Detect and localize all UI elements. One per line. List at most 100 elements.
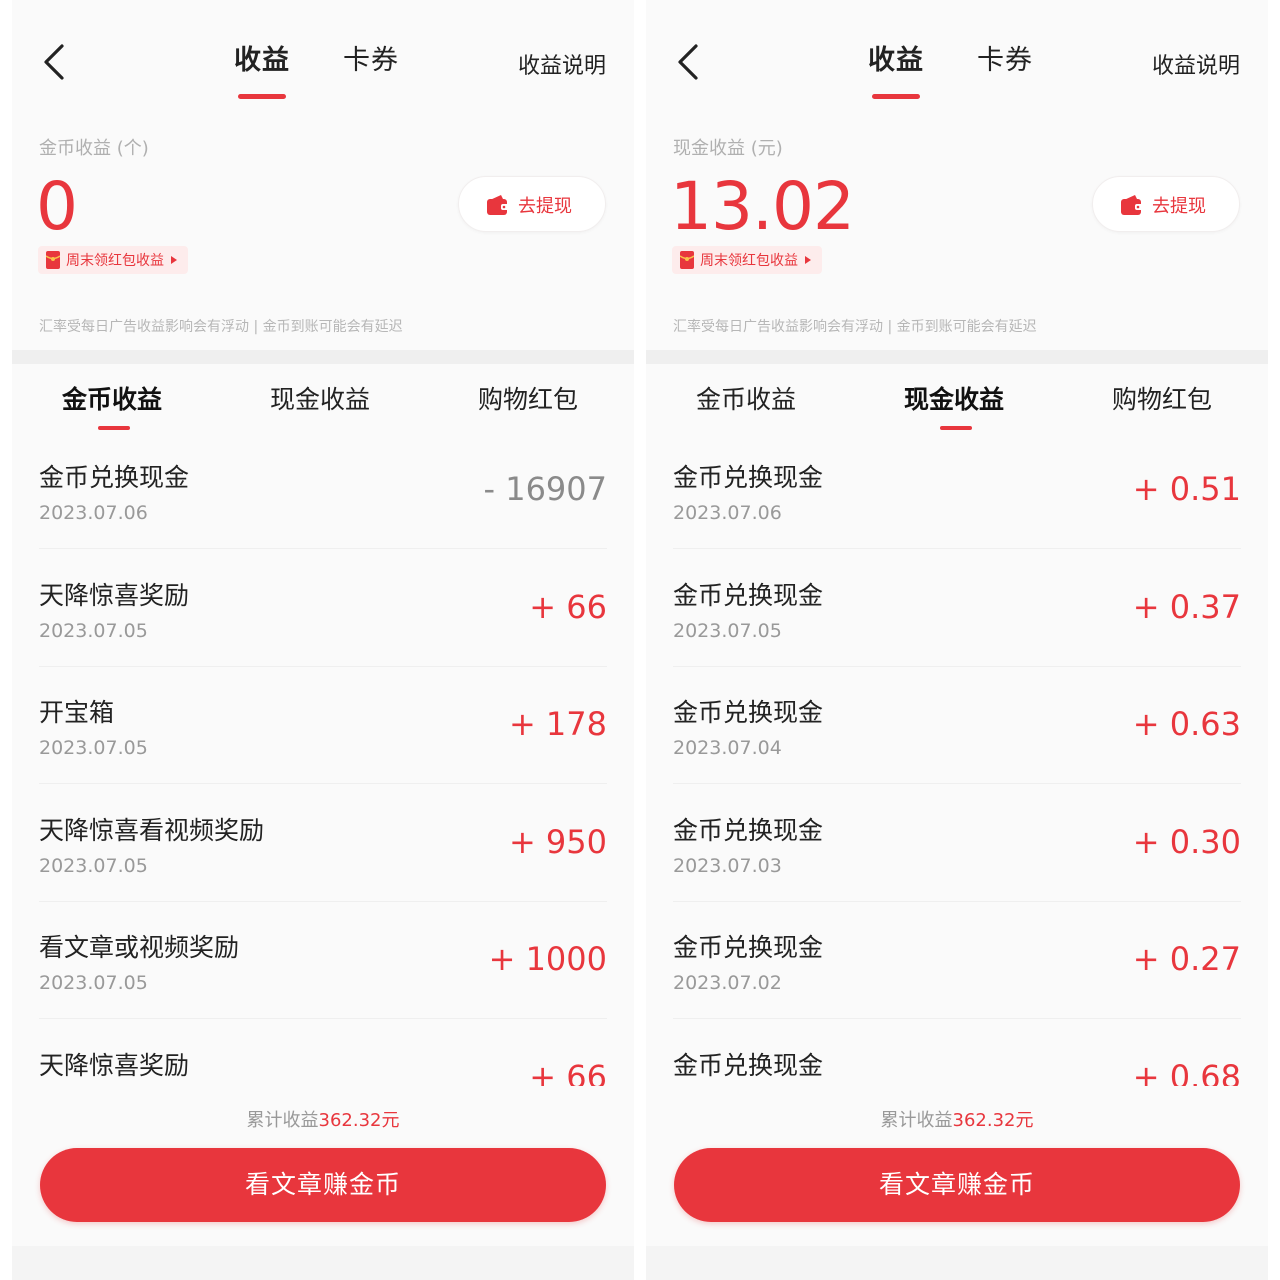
earnings-record-row[interactable]: 金币兑换现金 2023.07.04 + 0.63 xyxy=(673,667,1241,784)
earnings-record-row[interactable]: 看文章或视频奖励 2023.07.05 + 1000 xyxy=(39,902,607,1019)
record-title: 天降惊喜看视频奖励 xyxy=(39,815,265,845)
earnings-record-row[interactable]: 金币兑换现金 2023.07.06 + 0.51 xyxy=(673,432,1241,549)
record-amount: + 66 xyxy=(529,587,607,626)
wallet-icon xyxy=(487,195,509,215)
earnings-help-link[interactable]: 收益说明 xyxy=(518,48,606,80)
section-divider xyxy=(12,350,634,364)
active-tab-indicator xyxy=(238,94,286,99)
earnings-record-row[interactable]: 天降惊喜奖励 + 66 xyxy=(39,1020,607,1087)
earnings-category-tabs: 金币收益 现金收益 购物红包 xyxy=(646,364,1268,432)
withdraw-button[interactable]: 去提现 xyxy=(1092,176,1240,232)
earnings-category-tabs: 金币收益 现金收益 购物红包 xyxy=(12,364,634,432)
weekend-redpacket-label: 周末领红包收益 xyxy=(700,253,798,269)
tab-coupons[interactable]: 卡券 xyxy=(977,38,1033,77)
earnings-record-row[interactable]: 金币兑换现金 2023.07.05 + 0.37 xyxy=(673,550,1241,667)
earnings-record-row[interactable]: 金币兑换现金 2023.07.02 + 0.27 xyxy=(673,902,1241,1019)
record-amount: + 66 xyxy=(529,1057,607,1087)
record-date: 2023.07.05 xyxy=(39,737,148,759)
triangle-right-icon xyxy=(805,256,811,264)
active-tab-indicator xyxy=(872,94,920,99)
record-title: 金币兑换现金 xyxy=(39,463,190,492)
record-date: 2023.07.05 xyxy=(39,972,148,994)
active-subtab-indicator xyxy=(940,426,972,430)
record-title: 开宝箱 xyxy=(39,698,115,727)
record-date: 2023.07.06 xyxy=(673,502,782,524)
cumulative-earnings-value: 362.32元 xyxy=(318,1110,400,1131)
record-amount: + 0.37 xyxy=(1132,587,1241,626)
record-date: 2023.07.05 xyxy=(39,619,148,642)
subtab-cash-earnings[interactable]: 现金收益 xyxy=(904,380,1004,416)
bottom-system-bar xyxy=(646,1246,1268,1280)
earnings-record-list[interactable]: 金币兑换现金 2023.07.06 - 16907 天降惊喜奖励 2023.07.05 +… xyxy=(12,432,634,1086)
tab-earnings[interactable]: 收益 xyxy=(868,38,924,77)
weekend-redpacket-badge[interactable]: 周末领红包收益 xyxy=(672,246,822,274)
exchange-rate-notice: 汇率受每日广告收益影响会有浮动 | 金币到账可能会有延迟 xyxy=(673,319,1037,335)
earnings-record-row[interactable]: 金币兑换现金 + 0.68 xyxy=(673,1020,1241,1087)
record-title: 看文章或视频奖励 xyxy=(39,933,240,962)
subtab-shopping-redpacket[interactable]: 购物红包 xyxy=(478,380,578,416)
earnings-screen-coins: 收益 卡券 收益说明 金币收益 (个) 0 去提现 周末领红包收益 汇率受每日广… xyxy=(12,0,634,1280)
record-amount: - 16907 xyxy=(483,470,607,508)
section-divider xyxy=(646,350,1268,364)
balance-label: 现金收益 (元) xyxy=(673,138,783,159)
record-title: 金币兑换现金 xyxy=(673,463,824,492)
balance-value: 13.02 xyxy=(670,168,855,245)
record-amount: + 0.68 xyxy=(1132,1057,1241,1087)
cumulative-earnings-label: 累计收益 xyxy=(246,1110,319,1131)
balance-value: 0 xyxy=(36,168,78,245)
record-title: 金币兑换现金 xyxy=(673,580,824,610)
record-date: 2023.07.05 xyxy=(673,619,782,642)
record-amount: + 0.51 xyxy=(1132,470,1241,508)
record-amount: + 1000 xyxy=(488,940,607,978)
back-arrow-icon[interactable] xyxy=(38,40,72,84)
cumulative-earnings-value: 362.32元 xyxy=(952,1110,1034,1131)
record-amount: + 950 xyxy=(508,822,607,861)
withdraw-label: 去提现 xyxy=(1152,196,1206,217)
balance-label: 金币收益 (个) xyxy=(39,138,149,159)
weekend-redpacket-label: 周末领红包收益 xyxy=(66,253,164,269)
record-title: 金币兑换现金 xyxy=(673,815,824,845)
top-nav-bar: 收益 卡券 收益说明 xyxy=(646,0,1268,104)
record-date: 2023.07.04 xyxy=(673,737,782,759)
record-amount: + 0.63 xyxy=(1132,705,1241,743)
earnings-record-list[interactable]: 金币兑换现金 2023.07.06 + 0.51 金币兑换现金 2023.07.05 + … xyxy=(646,432,1268,1086)
record-date: 2023.07.05 xyxy=(39,854,148,877)
earnings-record-row[interactable]: 天降惊喜奖励 2023.07.05 + 66 xyxy=(39,550,607,667)
subtab-coin-earnings[interactable]: 金币收益 xyxy=(696,380,796,416)
record-title: 金币兑换现金 xyxy=(673,933,824,962)
back-arrow-icon[interactable] xyxy=(672,40,706,84)
earnings-record-row[interactable]: 开宝箱 2023.07.05 + 178 xyxy=(39,667,607,784)
tab-earnings[interactable]: 收益 xyxy=(234,38,290,77)
cumulative-earnings-label: 累计收益 xyxy=(880,1110,953,1131)
record-title: 金币兑换现金 xyxy=(673,698,824,727)
earnings-screen-cash: 收益 卡券 收益说明 现金收益 (元) 13.02 去提现 周末领红包收益 汇率… xyxy=(646,0,1268,1280)
record-date: 2023.07.02 xyxy=(673,972,782,994)
read-articles-earn-coins-button[interactable]: 看文章赚金币 xyxy=(674,1148,1240,1222)
record-title: 金币兑换现金 xyxy=(673,1050,824,1080)
record-date: 2023.07.06 xyxy=(39,502,148,524)
screens-container: 收益 卡券 收益说明 金币收益 (个) 0 去提现 周末领红包收益 汇率受每日广… xyxy=(0,0,1280,1280)
triangle-right-icon xyxy=(171,256,177,264)
bottom-system-bar xyxy=(12,1246,634,1280)
record-amount: + 0.30 xyxy=(1132,822,1241,861)
cumulative-earnings: 累计收益362.32元 xyxy=(12,1106,634,1132)
record-title: 天降惊喜奖励 xyxy=(39,580,190,610)
subtab-coin-earnings[interactable]: 金币收益 xyxy=(62,380,162,416)
withdraw-button[interactable]: 去提现 xyxy=(458,176,606,232)
record-amount: + 178 xyxy=(508,705,607,743)
exchange-rate-notice: 汇率受每日广告收益影响会有浮动 | 金币到账可能会有延迟 xyxy=(39,319,403,335)
subtab-shopping-redpacket[interactable]: 购物红包 xyxy=(1112,380,1212,416)
weekend-redpacket-badge[interactable]: 周末领红包收益 xyxy=(38,246,188,274)
cumulative-earnings: 累计收益362.32元 xyxy=(646,1106,1268,1132)
red-packet-icon xyxy=(46,251,60,269)
red-packet-icon xyxy=(680,251,694,269)
top-nav-bar: 收益 卡券 收益说明 xyxy=(12,0,634,104)
read-articles-earn-coins-button[interactable]: 看文章赚金币 xyxy=(40,1148,606,1222)
earnings-help-link[interactable]: 收益说明 xyxy=(1152,48,1240,80)
earnings-record-row[interactable]: 天降惊喜看视频奖励 2023.07.05 + 950 xyxy=(39,785,607,902)
tab-coupons[interactable]: 卡券 xyxy=(343,38,399,77)
earnings-record-row[interactable]: 金币兑换现金 2023.07.03 + 0.30 xyxy=(673,785,1241,902)
record-amount: + 0.27 xyxy=(1132,940,1241,978)
earnings-record-row[interactable]: 金币兑换现金 2023.07.06 - 16907 xyxy=(39,432,607,549)
subtab-cash-earnings[interactable]: 现金收益 xyxy=(270,380,370,416)
